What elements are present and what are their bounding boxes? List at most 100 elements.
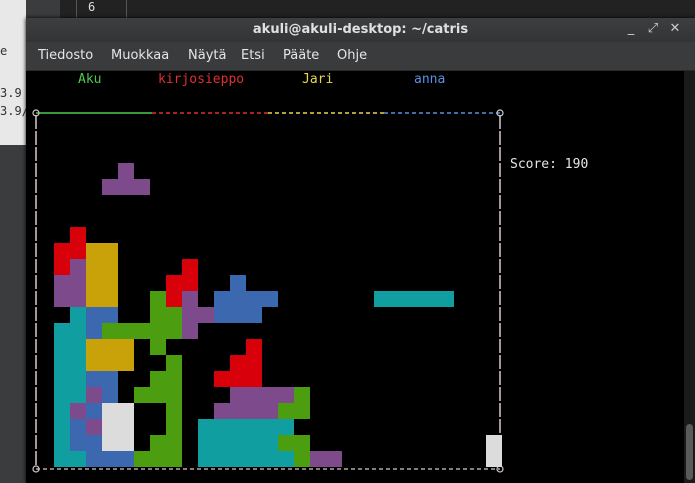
- block: [278, 435, 294, 451]
- title-bar[interactable]: akuli@akuli-desktop: ~/catris _ ⤢ ✕: [26, 18, 695, 42]
- block: [70, 259, 86, 275]
- block: [214, 451, 230, 467]
- block: [198, 419, 214, 435]
- menu-tiedosto[interactable]: Tiedosto: [38, 48, 93, 63]
- block: [54, 291, 70, 307]
- block: [230, 387, 246, 403]
- block: [230, 403, 246, 419]
- block: [86, 291, 102, 307]
- block: [390, 291, 406, 307]
- block: [54, 451, 70, 467]
- block: [70, 451, 86, 467]
- block: [118, 323, 134, 339]
- block: [246, 403, 262, 419]
- terminal-area[interactable]: Aku kirjosieppo Jari anna Score: 190: [26, 71, 684, 483]
- maximize-icon[interactable]: ⤢: [645, 21, 661, 37]
- menu-muokkaa[interactable]: Muokkaa: [111, 48, 169, 63]
- block: [294, 403, 310, 419]
- block: [166, 291, 182, 307]
- block: [230, 291, 246, 307]
- block: [230, 275, 246, 291]
- block: [278, 451, 294, 467]
- minimize-icon[interactable]: _: [623, 21, 639, 37]
- block: [118, 451, 134, 467]
- block: [118, 403, 134, 419]
- block: [214, 307, 230, 323]
- block: [230, 307, 246, 323]
- background-editor-strip: 6: [60, 0, 695, 18]
- window-title: akuli@akuli-desktop: ~/catris: [252, 22, 469, 37]
- block: [166, 371, 182, 387]
- block: [54, 387, 70, 403]
- block: [246, 291, 262, 307]
- block: [166, 307, 182, 323]
- block: [326, 451, 342, 467]
- block: [70, 323, 86, 339]
- close-icon[interactable]: ✕: [667, 21, 683, 37]
- block: [150, 339, 166, 355]
- block: [278, 419, 294, 435]
- block: [118, 339, 134, 355]
- block: [86, 371, 102, 387]
- block: [486, 435, 502, 451]
- block: [262, 403, 278, 419]
- block: [54, 339, 70, 355]
- side-text: e: [0, 44, 8, 58]
- block: [118, 355, 134, 371]
- scrollbar[interactable]: [684, 71, 695, 483]
- block: [150, 435, 166, 451]
- block: [54, 371, 70, 387]
- block: [406, 291, 422, 307]
- score-text: Score: 190: [510, 157, 589, 172]
- block: [70, 243, 86, 259]
- block: [102, 387, 118, 403]
- block: [150, 323, 166, 339]
- terminal-window[interactable]: akuli@akuli-desktop: ~/catris _ ⤢ ✕ Tied…: [26, 18, 695, 483]
- block: [150, 291, 166, 307]
- block: [118, 435, 134, 451]
- scrollbar-thumb[interactable]: [686, 424, 693, 480]
- block: [102, 355, 118, 371]
- block: [118, 179, 134, 195]
- block: [102, 259, 118, 275]
- block: [246, 419, 262, 435]
- block: [246, 387, 262, 403]
- block: [182, 275, 198, 291]
- block: [150, 307, 166, 323]
- block: [438, 291, 454, 307]
- block: [422, 291, 438, 307]
- block: [102, 243, 118, 259]
- block: [86, 403, 102, 419]
- menu-nayta[interactable]: Näytä: [188, 48, 226, 63]
- block: [54, 435, 70, 451]
- menu-etsi[interactable]: Etsi: [241, 48, 265, 63]
- block: [246, 307, 262, 323]
- block: [278, 387, 294, 403]
- block: [182, 323, 198, 339]
- block: [246, 371, 262, 387]
- block: [198, 435, 214, 451]
- block: [102, 435, 118, 451]
- block: [54, 323, 70, 339]
- block: [278, 403, 294, 419]
- block: [86, 451, 102, 467]
- block: [70, 355, 86, 371]
- block: [246, 339, 262, 355]
- block: [54, 355, 70, 371]
- block: [102, 179, 118, 195]
- block: [54, 259, 70, 275]
- block: [54, 403, 70, 419]
- block: [198, 307, 214, 323]
- block: [214, 403, 230, 419]
- block: [70, 291, 86, 307]
- editor-line-number: 6: [88, 0, 96, 14]
- menu-ohje[interactable]: Ohje: [337, 48, 367, 63]
- menu-bar: Tiedosto Muokkaa Näytä Etsi Pääte Ohje: [26, 42, 695, 71]
- block: [262, 387, 278, 403]
- block: [214, 435, 230, 451]
- menu-paate[interactable]: Pääte: [283, 48, 319, 63]
- block: [70, 307, 86, 323]
- block: [118, 163, 134, 179]
- block: [86, 275, 102, 291]
- block: [86, 339, 102, 355]
